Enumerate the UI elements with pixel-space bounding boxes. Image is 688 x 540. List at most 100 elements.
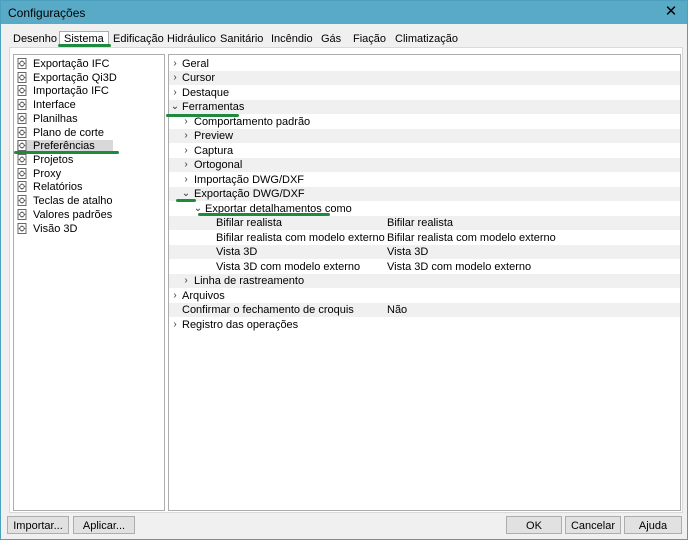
tree-row-value[interactable]: Bifilar realista com modelo externo bbox=[387, 231, 556, 245]
category-label: Exportação IFC bbox=[33, 58, 110, 70]
tree-row-label: Ortogonal bbox=[194, 159, 243, 171]
chevron-right-icon[interactable]: › bbox=[181, 173, 191, 187]
chevron-right-icon[interactable]: › bbox=[181, 129, 191, 143]
chevron-right-icon[interactable]: › bbox=[181, 144, 191, 158]
settings-document-icon bbox=[17, 168, 27, 179]
tree-row-label: Linha de rastreamento bbox=[194, 275, 305, 287]
tree-row[interactable]: › Preview bbox=[169, 129, 680, 143]
tree-row[interactable]: ⌄ Exportação DWG/DXF bbox=[169, 187, 680, 201]
tab-edificacao[interactable]: Edificação bbox=[109, 32, 168, 46]
category-item[interactable]: Planilhas bbox=[17, 113, 78, 126]
settings-document-icon bbox=[17, 127, 27, 138]
chevron-right-icon[interactable]: › bbox=[181, 158, 191, 172]
category-item[interactable]: Interface bbox=[17, 99, 76, 112]
category-label: Proxy bbox=[33, 168, 62, 180]
tree-row-label: Captura bbox=[194, 145, 234, 157]
tree-row-label: Confirmar o fechamento de croquis bbox=[182, 304, 354, 316]
tree-row[interactable]: › Cursor bbox=[169, 71, 680, 85]
import-button[interactable]: Importar... bbox=[7, 516, 69, 534]
tree-row-label: Geral bbox=[182, 58, 209, 70]
chevron-right-icon[interactable]: › bbox=[181, 115, 191, 129]
help-button[interactable]: Ajuda bbox=[624, 516, 682, 534]
selected-category-highlight bbox=[14, 151, 119, 154]
settings-document-icon bbox=[17, 140, 27, 151]
close-icon[interactable]: ✕ bbox=[661, 2, 681, 22]
settings-document-icon bbox=[17, 72, 27, 83]
tree-row[interactable]: Vista 3D com modelo externo Vista 3D com … bbox=[169, 260, 680, 274]
chevron-right-icon[interactable]: › bbox=[170, 57, 180, 71]
settings-document-icon bbox=[17, 113, 27, 124]
tree-row-label: Comportamento padrão bbox=[194, 116, 311, 128]
tree-row[interactable]: Bifilar realista com modelo externo Bifil… bbox=[169, 231, 680, 245]
tab-fiacao[interactable]: Fiação bbox=[349, 32, 390, 46]
tree-row-label: Preview bbox=[194, 130, 234, 142]
tree-row-value[interactable]: Bifilar realista bbox=[387, 216, 453, 230]
category-item[interactable]: Projetos bbox=[17, 154, 73, 167]
ferramentas-highlight bbox=[166, 114, 239, 117]
tree-row[interactable]: › Importação DWG/DXF bbox=[169, 173, 680, 187]
chevron-right-icon[interactable]: › bbox=[170, 289, 180, 303]
tree-row-label: Importação DWG/DXF bbox=[194, 174, 305, 186]
tree-row-label: Bifilar realista com modelo externo bbox=[216, 232, 385, 244]
tab-climatizacao[interactable]: Climatização bbox=[391, 32, 462, 46]
category-label: Planilhas bbox=[33, 113, 78, 125]
settings-document-icon bbox=[17, 209, 27, 220]
settings-document-icon bbox=[17, 181, 27, 192]
chevron-down-icon[interactable]: ⌄ bbox=[170, 100, 180, 114]
tree-row[interactable]: › Comportamento padrão bbox=[169, 115, 680, 129]
tree-row[interactable]: › Captura bbox=[169, 144, 680, 158]
settings-window: Configurações ✕ Desenho Sistema Edificaç… bbox=[0, 0, 688, 540]
category-label: Exportação Qi3D bbox=[33, 72, 117, 84]
settings-document-icon bbox=[17, 154, 27, 165]
category-label: Visão 3D bbox=[33, 223, 78, 235]
tree-row[interactable]: › Destaque bbox=[169, 86, 680, 100]
chevron-right-icon[interactable]: › bbox=[170, 318, 180, 332]
category-item[interactable]: Visão 3D bbox=[17, 223, 77, 236]
cancel-button[interactable]: Cancelar bbox=[565, 516, 621, 534]
tree-row[interactable]: › Linha de rastreamento bbox=[169, 274, 680, 288]
exportacao-dwg-highlight bbox=[176, 199, 196, 202]
title-bar: Configurações ✕ bbox=[1, 1, 687, 24]
category-item[interactable]: Valores padrões bbox=[17, 209, 112, 222]
category-item[interactable]: Exportação IFC bbox=[17, 58, 109, 71]
tree-row[interactable]: Vista 3D Vista 3D bbox=[169, 245, 680, 259]
tab-sanitario[interactable]: Sanitário bbox=[216, 32, 267, 46]
category-label: Plano de corte bbox=[33, 127, 104, 139]
category-item[interactable]: Teclas de atalho bbox=[17, 195, 113, 208]
exportar-detalhamentos-highlight bbox=[198, 213, 330, 216]
tree-row[interactable]: › Ortogonal bbox=[169, 158, 680, 172]
settings-tree: › Geral › Cursor › Destaque ⌄ Ferramentas › Compo… bbox=[168, 54, 681, 511]
ok-button[interactable]: OK bbox=[506, 516, 562, 534]
tab-hidraulico[interactable]: Hidráulico bbox=[163, 32, 220, 46]
window-title: Configurações bbox=[8, 6, 86, 20]
tree-row[interactable]: Confirmar o fechamento de croquis Não bbox=[169, 303, 680, 317]
tree-row[interactable]: › Registro das operações bbox=[169, 318, 680, 332]
tab-gas[interactable]: Gás bbox=[317, 32, 345, 46]
chevron-right-icon[interactable]: › bbox=[170, 71, 180, 85]
category-item[interactable]: Relatórios bbox=[17, 181, 83, 194]
tree-row-label: Exportação DWG/DXF bbox=[194, 188, 305, 200]
tab-incendio[interactable]: Incêndio bbox=[267, 32, 317, 46]
settings-document-icon bbox=[17, 223, 27, 234]
apply-button[interactable]: Aplicar... bbox=[73, 516, 135, 534]
tree-row[interactable]: Bifilar realista Bifilar realista bbox=[169, 216, 680, 230]
chevron-right-icon[interactable]: › bbox=[181, 274, 191, 288]
tree-row[interactable]: ⌄ Ferramentas bbox=[169, 100, 680, 114]
category-item[interactable]: Plano de corte bbox=[17, 127, 104, 140]
tree-row-label: Registro das operações bbox=[182, 319, 299, 331]
tab-desenho[interactable]: Desenho bbox=[9, 32, 61, 46]
category-label: Relatórios bbox=[33, 181, 83, 193]
category-item[interactable]: Proxy bbox=[17, 168, 61, 181]
tree-row-value[interactable]: Vista 3D bbox=[387, 245, 428, 259]
settings-document-icon bbox=[17, 85, 27, 96]
tree-row[interactable]: › Geral bbox=[169, 57, 680, 71]
tree-row-label: Bifilar realista bbox=[216, 217, 283, 229]
tree-row-value[interactable]: Não bbox=[387, 303, 407, 317]
category-item[interactable]: Exportação Qi3D bbox=[17, 72, 117, 85]
chevron-right-icon[interactable]: › bbox=[170, 86, 180, 100]
tree-row-value[interactable]: Vista 3D com modelo externo bbox=[387, 260, 531, 274]
settings-document-icon bbox=[17, 58, 27, 69]
category-item[interactable]: Importação IFC bbox=[17, 85, 109, 98]
tree-row[interactable]: › Arquivos bbox=[169, 289, 680, 303]
tree-row-label: Vista 3D bbox=[216, 246, 258, 258]
